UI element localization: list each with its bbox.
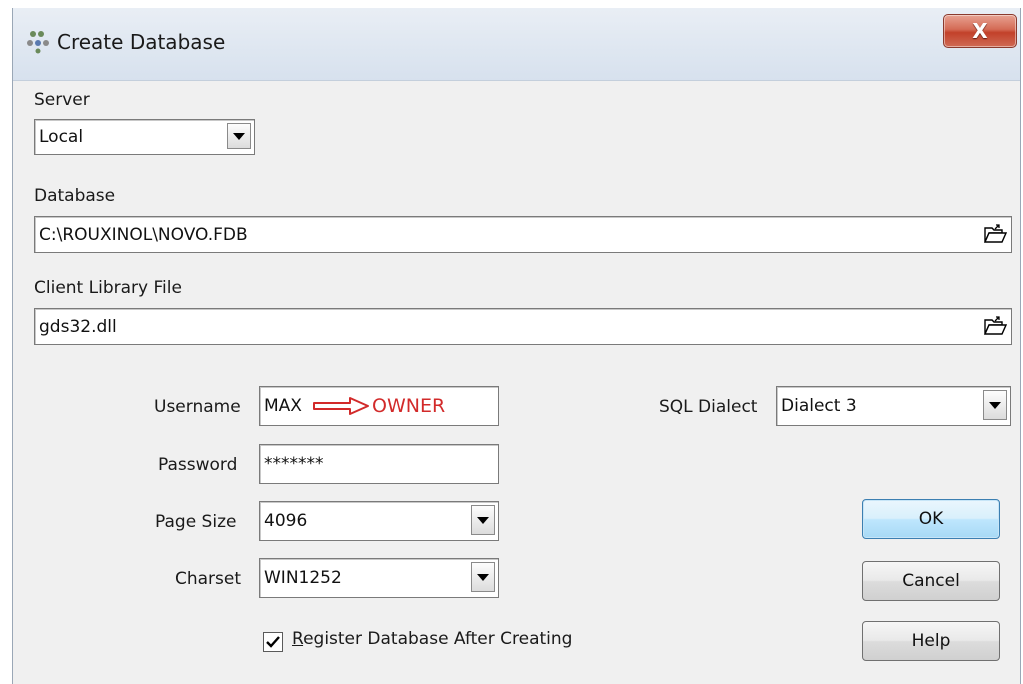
- server-dropdown-button[interactable]: [227, 123, 251, 149]
- owner-annotation: OWNER: [372, 395, 446, 417]
- chevron-down-icon: [233, 132, 245, 140]
- client-library-label: Client Library File: [34, 278, 182, 298]
- database-path-value: C:\ROUXINOL\NOVO.FDB: [39, 224, 248, 245]
- create-database-dialog: Create Database X Server Local Database …: [12, 8, 1021, 684]
- sql-dialect-dropdown-button[interactable]: [983, 390, 1007, 420]
- sql-dialect-select[interactable]: Dialect 3: [776, 386, 1011, 426]
- register-database-checkbox[interactable]: [263, 632, 283, 652]
- charset-label: Charset: [175, 569, 242, 589]
- charset-value: WIN1252: [264, 568, 342, 588]
- charset-select[interactable]: WIN1252: [259, 558, 499, 598]
- page-size-value: 4096: [264, 511, 308, 531]
- folder-open-icon: [983, 224, 1007, 243]
- help-button[interactable]: Help: [862, 621, 1000, 661]
- ok-button[interactable]: OK: [862, 499, 1000, 539]
- sql-dialect-value: Dialect 3: [781, 396, 857, 416]
- database-path-input[interactable]: C:\ROUXINOL\NOVO.FDB: [34, 216, 1012, 253]
- cancel-button[interactable]: Cancel: [862, 561, 1000, 601]
- username-value: MAX: [264, 396, 302, 416]
- close-button[interactable]: X: [943, 14, 1017, 48]
- page-size-label: Page Size: [155, 512, 237, 532]
- server-label: Server: [34, 90, 90, 110]
- charset-dropdown-button[interactable]: [471, 562, 495, 592]
- server-select[interactable]: Local: [34, 119, 255, 155]
- folder-open-icon: [983, 316, 1007, 335]
- title-bar: Create Database X: [13, 8, 1020, 81]
- client-library-browse-button[interactable]: [981, 311, 1009, 341]
- database-app-icon: [27, 31, 49, 54]
- username-label: Username: [154, 397, 241, 417]
- page-size-select[interactable]: 4096: [259, 501, 499, 541]
- client-library-input[interactable]: gds32.dll: [34, 308, 1012, 345]
- window-title: Create Database: [57, 30, 226, 54]
- register-database-label[interactable]: Register Database After Creating: [292, 629, 572, 649]
- password-input[interactable]: *******: [259, 444, 499, 484]
- register-database-label-mnemonic: R: [292, 629, 304, 649]
- password-label: Password: [158, 455, 238, 475]
- chevron-down-icon: [477, 516, 489, 524]
- chevron-down-icon: [989, 401, 1001, 409]
- database-label: Database: [34, 186, 116, 206]
- close-icon: X: [972, 19, 988, 43]
- register-database-label-rest: egister Database After Creating: [303, 629, 573, 649]
- arrow-right-icon: [313, 397, 369, 415]
- database-browse-button[interactable]: [981, 219, 1009, 249]
- username-input[interactable]: MAX OWNER: [259, 386, 499, 426]
- server-value: Local: [39, 127, 84, 147]
- sql-dialect-label: SQL Dialect: [659, 397, 758, 417]
- client-library-value: gds32.dll: [39, 316, 117, 337]
- checkmark-icon: [266, 636, 280, 648]
- chevron-down-icon: [477, 573, 489, 581]
- page-size-dropdown-button[interactable]: [471, 505, 495, 535]
- password-value: *******: [264, 454, 324, 474]
